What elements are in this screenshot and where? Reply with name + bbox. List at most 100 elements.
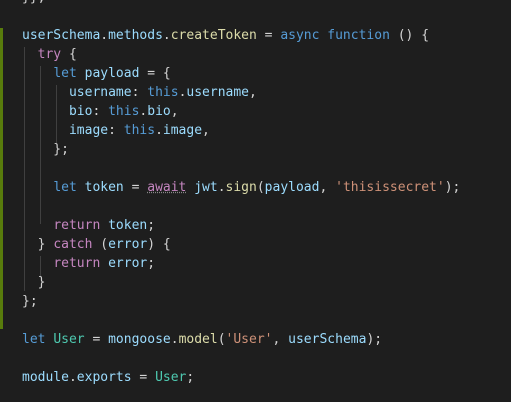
code-line[interactable]: return error; [0,254,511,273]
code-line[interactable]: let token = await jwt.sign(payload, 'thi… [0,178,511,197]
code-token: this [123,123,156,138]
code-line[interactable]: } catch (error) { [0,235,511,254]
code-line-content: username: this.username, [22,83,257,102]
code-token: } [22,275,46,290]
code-token: return [53,256,101,271]
code-token: methods [108,28,163,43]
code-token: ; [147,218,156,233]
code-token: sign [225,180,257,195]
code-token: , [319,180,336,195]
code-line-content: let User = mongoose.model('User', userSc… [22,330,382,349]
code-token: function [327,28,390,43]
code-token: token [108,218,148,233]
code-token: image [162,123,203,138]
code-line[interactable]: module.exports = User; [0,368,511,387]
code-token: mongoose [108,332,171,347]
code-token: . [217,180,226,195]
code-token: bio [68,104,93,119]
code-token: return [53,218,101,233]
code-token: User [53,332,85,347]
code-token: = [84,332,109,347]
code-token: let [53,66,77,81]
code-token: , [249,85,257,100]
code-line[interactable]: userSchema.methods.createToken = async f… [0,26,511,45]
code-line-content: }; [22,140,69,159]
code-line[interactable]: image: this.image, [0,121,511,140]
code-token: , [202,123,210,138]
code-token: = [256,28,281,43]
code-token: ); [444,180,461,195]
code-line[interactable]: }; [0,292,511,311]
code-token: ( [256,180,265,195]
code-line[interactable]: return token; [0,216,511,235]
code-token: ; [147,256,156,271]
code-line[interactable] [0,197,511,216]
code-token: . [170,332,179,347]
code-line-content: module.exports = User; [22,368,194,387]
code-token: 'User' [225,332,273,347]
code-line-content: bio: this.bio, [22,102,179,121]
code-line-content: }}; [22,0,45,7]
code-token: this [147,85,179,100]
code-token: username [186,85,250,100]
code-token: : [108,123,124,138]
code-token: { [61,47,77,62]
code-line[interactable]: bio: this.bio, [0,102,511,121]
code-line-content: userSchema.methods.createToken = async f… [22,26,429,45]
code-token: = { [139,66,171,81]
code-token: . [68,370,77,385]
code-token: model [178,332,218,347]
code-line-content: image: this.image, [22,121,210,140]
code-token: image [68,123,109,138]
code-line[interactable] [0,7,511,26]
code-token: userSchema [288,332,367,347]
code-line[interactable]: let payload = { [0,64,511,83]
code-token: token [84,180,124,195]
code-line[interactable] [0,159,511,178]
code-token: User [155,370,187,385]
code-token: () { [389,28,430,43]
code-token: try [37,47,62,62]
code-token: . [162,28,171,43]
code-line[interactable] [0,349,511,368]
code-line-content: let payload = { [22,64,171,83]
code-editor[interactable]: }}; userSchema.methods.createToken = asyn… [0,0,511,402]
code-line[interactable]: username: this.username, [0,83,511,102]
code-token: = [123,180,148,195]
code-token: username [68,85,132,100]
code-line-content: } [22,273,46,292]
code-token: . [155,123,163,138]
code-token: catch [53,237,93,252]
code-line-content: let token = await jwt.sign(payload, 'thi… [22,178,460,197]
code-line[interactable]: }}; [0,0,511,7]
code-token: . [100,28,109,43]
code-token: payload [84,66,140,81]
code-token: = [131,370,156,385]
code-token: , [170,104,179,119]
code-token: error [108,256,148,271]
code-token: } [22,237,54,252]
code-line[interactable]: try { [0,45,511,64]
code-token: ( [92,237,109,252]
code-token: 'thisissecret' [335,180,445,195]
code-line[interactable] [0,311,511,330]
code-token: ) { [147,237,171,252]
code-token: }; [22,142,69,157]
code-line[interactable]: let User = mongoose.model('User', userSc… [0,330,511,349]
code-token: : [131,85,148,100]
code-token: async [280,28,320,43]
code-token: }}; [22,0,45,5]
code-line[interactable]: } [0,273,511,292]
code-token: , [272,332,289,347]
code-token: payload [264,180,320,195]
code-line[interactable]: }; [0,140,511,159]
